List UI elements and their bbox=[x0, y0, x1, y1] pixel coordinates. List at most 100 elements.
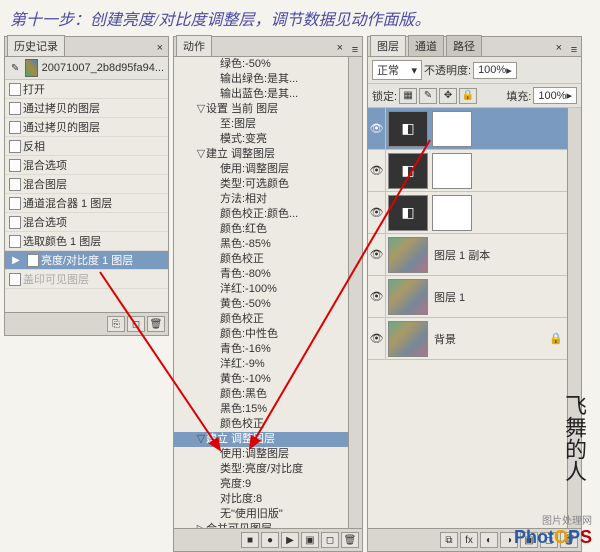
page-icon bbox=[9, 178, 21, 191]
panel-menu-icon[interactable]: ≡ bbox=[348, 44, 362, 56]
action-step[interactable]: 颜色:黑色 bbox=[174, 387, 348, 402]
action-step[interactable]: 类型:亮度/对比度 bbox=[174, 462, 348, 477]
history-item[interactable]: 通道混合器 1 图层 bbox=[5, 194, 168, 213]
visibility-toggle[interactable]: 👁 bbox=[368, 276, 386, 317]
layer-row[interactable]: 👁 图层 1 副本 bbox=[368, 234, 567, 276]
new-doc-icon[interactable]: ⎘ bbox=[107, 316, 125, 332]
action-step[interactable]: 无"使用旧版" bbox=[174, 507, 348, 522]
page-icon bbox=[9, 140, 21, 153]
action-step[interactable]: 黄色:-10% bbox=[174, 372, 348, 387]
snapshot-thumb bbox=[25, 59, 37, 77]
action-step[interactable]: 黑色:-85% bbox=[174, 237, 348, 252]
action-step[interactable]: 对比度:8 bbox=[174, 492, 348, 507]
play-icon: ▶ bbox=[9, 253, 23, 267]
blend-mode-select[interactable]: 正常▾ bbox=[372, 60, 422, 80]
action-step[interactable]: ▽设置 当前 图层 bbox=[174, 102, 348, 117]
history-item-selected[interactable]: ▶亮度/对比度 1 图层 bbox=[5, 251, 168, 270]
adjustment-thumb: ◧ bbox=[388, 111, 428, 147]
layer-name[interactable]: 图层 1 副本 bbox=[430, 247, 494, 263]
visibility-toggle[interactable]: 👁 bbox=[368, 108, 386, 149]
action-step[interactable]: 方法:相对 bbox=[174, 192, 348, 207]
tab-channels[interactable]: 通道 bbox=[408, 35, 444, 56]
action-step[interactable]: 青色:-80% bbox=[174, 267, 348, 282]
lock-position-icon[interactable]: ✥ bbox=[439, 88, 457, 104]
trash-icon[interactable]: 🗑 bbox=[147, 316, 165, 332]
disclosure-icon[interactable]: ▽ bbox=[196, 147, 206, 162]
lock-all-icon[interactable]: 🔒 bbox=[459, 88, 477, 104]
action-step[interactable]: 颜色:中性色 bbox=[174, 327, 348, 342]
action-step[interactable]: 颜色校正:颜色... bbox=[174, 207, 348, 222]
action-step[interactable]: 输出绿色:是其... bbox=[174, 72, 348, 87]
play-icon[interactable]: ▶ bbox=[281, 532, 299, 548]
panel-menu-icon[interactable]: ≡ bbox=[567, 44, 581, 56]
history-item[interactable]: 打开 bbox=[5, 80, 168, 99]
visibility-toggle[interactable]: 👁 bbox=[368, 234, 386, 275]
visibility-toggle[interactable]: 👁 bbox=[368, 318, 386, 359]
record-icon[interactable]: ● bbox=[261, 532, 279, 548]
layer-mask bbox=[432, 153, 472, 189]
layer-row[interactable]: 👁◧ bbox=[368, 150, 567, 192]
action-step[interactable]: 输出蓝色:是其... bbox=[174, 87, 348, 102]
action-step[interactable]: 洋红:-100% bbox=[174, 282, 348, 297]
action-step[interactable]: 黄色:-50% bbox=[174, 297, 348, 312]
lock-transparent-icon[interactable]: ▦ bbox=[399, 88, 417, 104]
action-step[interactable]: 亮度:9 bbox=[174, 477, 348, 492]
fx-icon[interactable]: fx bbox=[460, 532, 478, 548]
action-step[interactable]: 类型:可选颜色 bbox=[174, 177, 348, 192]
opacity-input[interactable]: 100%▸ bbox=[473, 62, 517, 79]
layer-row[interactable]: 👁背景🔒 bbox=[368, 318, 567, 360]
close-icon[interactable]: × bbox=[551, 40, 567, 56]
mask-icon[interactable]: ◐ bbox=[480, 532, 498, 548]
action-step[interactable]: 绿色:-50% bbox=[174, 57, 348, 72]
history-item[interactable]: 混合图层 bbox=[5, 175, 168, 194]
visibility-toggle[interactable]: 👁 bbox=[368, 192, 386, 233]
action-step[interactable]: 使用:调整图层 bbox=[174, 447, 348, 462]
action-step[interactable]: 颜色校正 bbox=[174, 312, 348, 327]
new-snapshot-icon[interactable]: ◻ bbox=[127, 316, 145, 332]
history-item[interactable]: 反相 bbox=[5, 137, 168, 156]
layer-row[interactable]: 👁◧ bbox=[368, 108, 567, 150]
new-action-icon[interactable]: ◻ bbox=[321, 532, 339, 548]
action-step[interactable]: 至:图层 bbox=[174, 117, 348, 132]
layer-name[interactable]: 背景 bbox=[430, 331, 460, 347]
action-step[interactable]: 青色:-16% bbox=[174, 342, 348, 357]
layer-mask bbox=[432, 111, 472, 147]
new-set-icon[interactable]: ▣ bbox=[301, 532, 319, 548]
action-step[interactable]: 洋红:-9% bbox=[174, 357, 348, 372]
action-step[interactable]: 模式:变亮 bbox=[174, 132, 348, 147]
action-step-highlighted[interactable]: ▽建立 调整图层 bbox=[174, 432, 348, 447]
tab-paths[interactable]: 路径 bbox=[446, 35, 482, 56]
trash-icon[interactable]: 🗑 bbox=[341, 532, 359, 548]
history-item-disabled[interactable]: 盖印可见图层 bbox=[5, 270, 168, 289]
layer-row[interactable]: 👁◧ bbox=[368, 192, 567, 234]
action-step[interactable]: 使用:调整图层 bbox=[174, 162, 348, 177]
visibility-toggle[interactable]: 👁 bbox=[368, 150, 386, 191]
link-icon[interactable]: ⧉ bbox=[440, 532, 458, 548]
disclosure-icon[interactable]: ▽ bbox=[196, 432, 206, 447]
layer-row[interactable]: 👁 图层 1 bbox=[368, 276, 567, 318]
history-item[interactable]: 混合选项 bbox=[5, 156, 168, 175]
tab-actions[interactable]: 动作 bbox=[176, 35, 212, 56]
page-icon bbox=[9, 273, 21, 286]
history-item[interactable]: 通过拷贝的图层 bbox=[5, 99, 168, 118]
close-icon[interactable]: × bbox=[152, 40, 168, 56]
scrollbar[interactable] bbox=[348, 57, 362, 528]
action-step[interactable]: 黑色:15% bbox=[174, 402, 348, 417]
action-step[interactable]: 颜色:红色 bbox=[174, 222, 348, 237]
layer-name[interactable]: 图层 1 bbox=[430, 289, 469, 305]
tab-history[interactable]: 历史记录 bbox=[7, 35, 65, 56]
tab-layers[interactable]: 图层 bbox=[370, 35, 406, 56]
action-step[interactable]: 颜色校正 bbox=[174, 417, 348, 432]
history-item[interactable]: 选取颜色 1 图层 bbox=[5, 232, 168, 251]
fill-input[interactable]: 100%▸ bbox=[533, 87, 577, 104]
history-item[interactable]: 通过拷贝的图层 bbox=[5, 118, 168, 137]
action-step[interactable]: 颜色校正 bbox=[174, 252, 348, 267]
lock-pixels-icon[interactable]: ✎ bbox=[419, 88, 437, 104]
history-snapshot-row[interactable]: ✎ 20071007_2b8d95fa94... bbox=[5, 57, 168, 80]
action-step[interactable]: ▽建立 调整图层 bbox=[174, 147, 348, 162]
stop-icon[interactable]: ■ bbox=[241, 532, 259, 548]
history-item[interactable]: 混合选项 bbox=[5, 213, 168, 232]
layer-mask bbox=[432, 195, 472, 231]
disclosure-icon[interactable]: ▽ bbox=[196, 102, 206, 117]
close-icon[interactable]: × bbox=[332, 40, 348, 56]
